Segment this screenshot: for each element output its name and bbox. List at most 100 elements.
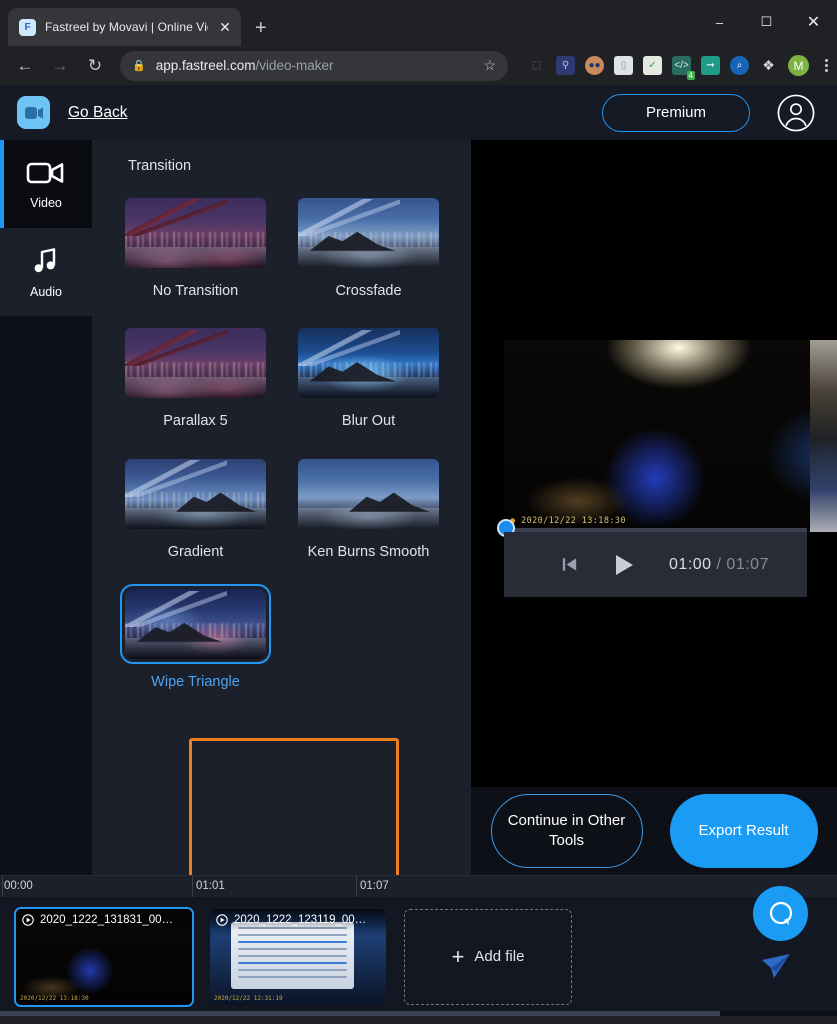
app-header: Go Back Premium	[0, 85, 837, 140]
address-bar[interactable]: 🔒 app.fastreel.com/video-maker ☆	[120, 50, 508, 81]
clip-title: 2020_1222_131831_00…	[16, 908, 192, 931]
timeline-ruler[interactable]: 00:00 01:01 01:07	[0, 875, 837, 898]
video-camera-icon	[26, 162, 64, 183]
url-text: app.fastreel.com/video-maker	[156, 58, 474, 73]
transition-grid: No Transition Crossfade Parallax 5 Blur …	[92, 190, 471, 706]
play-icon[interactable]	[613, 553, 635, 577]
ruler-label: 01:07	[360, 880, 389, 892]
url-path: /video-maker	[255, 58, 334, 73]
transition-label: Gradient	[167, 543, 224, 560]
extension-icons: ⬚ ⚲ ●● ▯ ✓ </> 4 ➞ ⌕ ❖ M	[517, 55, 828, 80]
sidebar-item-audio[interactable]: Audio	[0, 228, 92, 316]
timeline-clip[interactable]: 2020_1222_123119_00… 2020/12/22 12:31:19	[210, 908, 386, 1005]
tab-strip: F Fastreel by Movavi | Online Vid ✕ + – …	[0, 0, 837, 46]
back-icon[interactable]: ←	[9, 50, 41, 82]
transition-thumbnail	[298, 458, 439, 529]
clip-timestamp: 2020/12/22 13:18:30	[20, 994, 89, 1002]
reload-icon[interactable]: ↻	[79, 50, 111, 82]
close-icon[interactable]: ✕	[217, 19, 233, 36]
chat-bubble-icon[interactable]	[753, 886, 808, 941]
transition-item[interactable]: No Transition	[125, 190, 266, 314]
video-timestamp-overlay: ● 2020/12/22 13:18:30	[510, 516, 626, 526]
plus-icon: +	[451, 943, 465, 969]
current-time: 01:00	[669, 555, 712, 573]
transition-item[interactable]: Gradient	[125, 451, 266, 575]
sidebar-item-video-label: Video	[30, 195, 62, 210]
new-tab-icon[interactable]: +	[255, 17, 267, 40]
video-still-image	[504, 340, 837, 532]
transition-item[interactable]: Parallax 5	[125, 320, 266, 444]
transition-label: Crossfade	[335, 283, 402, 299]
transition-item[interactable]: Ken Burns Smooth	[298, 451, 439, 575]
go-back-link[interactable]: Go Back	[68, 104, 127, 122]
pages-extension-icon[interactable]: ▯	[614, 56, 633, 75]
continue-in-other-tools-button[interactable]: Continue in Other Tools	[490, 794, 643, 868]
minimize-icon[interactable]: –	[696, 6, 743, 38]
maximize-icon[interactable]: ☐	[743, 6, 790, 38]
add-file-label: Add file	[474, 948, 525, 965]
music-note-icon	[34, 247, 56, 272]
transition-item-selected[interactable]: Wipe Triangle	[120, 581, 271, 705]
video-preview-stage: ● 2020/12/22 13:18:30 01:00 / 01:07 Cont…	[471, 140, 837, 875]
transition-item[interactable]: Blur Out	[298, 320, 439, 444]
clip-paper-detail	[231, 921, 355, 990]
lens-extension-icon[interactable]: ⌕	[730, 56, 749, 75]
window-close-icon[interactable]: ✕	[790, 6, 837, 38]
code-extension-icon[interactable]: </> 4	[672, 56, 695, 80]
extension-badge: 4	[686, 71, 695, 80]
player-controls-row: 01:00 / 01:07	[504, 532, 807, 597]
add-file-button[interactable]: + Add file	[404, 908, 572, 1005]
capture-icon[interactable]: ⬚	[527, 56, 546, 75]
transition-item[interactable]: Crossfade	[298, 190, 439, 314]
transition-thumbnail	[120, 584, 271, 665]
clip-title-text: 2020_1222_123119_00…	[234, 913, 367, 926]
chat-glyph	[769, 901, 792, 925]
horizontal-scrollbar[interactable]	[0, 1011, 837, 1016]
transition-thumbnail	[125, 198, 266, 268]
tab-title: Fastreel by Movavi | Online Vid	[45, 20, 208, 34]
transition-thumbnail	[298, 198, 439, 268]
export-result-button[interactable]: Export Result	[669, 794, 818, 868]
timeline-clip[interactable]: 2020_1222_131831_00… 2020/12/22 13:18:30	[14, 906, 194, 1007]
kebab-menu-icon[interactable]	[825, 59, 828, 72]
fastreel-logo-icon[interactable]	[17, 96, 50, 129]
user-account-icon[interactable]	[777, 94, 815, 132]
ruler-label: 01:01	[196, 880, 225, 892]
sidebar-item-video[interactable]: Video	[0, 140, 92, 228]
video-frame[interactable]: ● 2020/12/22 13:18:30	[504, 340, 837, 532]
mail-extension-icon[interactable]: ✓	[643, 56, 662, 75]
transition-thumbnail	[125, 328, 266, 399]
browser-tab[interactable]: F Fastreel by Movavi | Online Vid ✕	[8, 8, 241, 46]
player-controls: 01:00 / 01:07	[504, 532, 807, 597]
panel-title: Transition	[128, 158, 192, 174]
premium-button[interactable]: Premium	[602, 93, 750, 132]
footer-actions: Continue in Other Tools Export Result	[471, 787, 837, 875]
left-rail: Video Audio	[0, 140, 92, 875]
favicon: F	[19, 18, 36, 36]
profile-avatar[interactable]: M	[788, 55, 809, 76]
search-extension-icon[interactable]: ⚲	[556, 56, 575, 75]
annotation-highlight-box	[189, 738, 399, 875]
puzzle-extensions-icon[interactable]: ❖	[759, 56, 778, 75]
clip-title-text: 2020_1222_131831_00…	[40, 913, 174, 926]
browser-window: F Fastreel by Movavi | Online Vid ✕ + – …	[0, 0, 837, 1024]
play-circle-icon	[216, 913, 228, 926]
export-extension-icon[interactable]: ➞	[701, 56, 720, 75]
skip-to-start-icon[interactable]	[560, 555, 579, 574]
clip-timestamp: 2020/12/22 12:31:19	[214, 994, 283, 1002]
paper-plane-icon[interactable]	[758, 948, 794, 984]
transition-label: Ken Burns Smooth	[307, 543, 430, 560]
omnibox-bar: ← → ↻ 🔒 app.fastreel.com/video-maker ☆ ⬚…	[0, 46, 837, 85]
url-domain: app.fastreel.com	[155, 58, 256, 73]
play-circle-icon	[22, 913, 34, 926]
forward-icon[interactable]: →	[44, 50, 76, 82]
transition-label: Parallax 5	[163, 413, 228, 430]
main-content: Video Audio Transition No Transition Cro…	[0, 140, 837, 875]
transition-thumbnail	[298, 328, 439, 399]
star-icon[interactable]: ☆	[483, 57, 496, 74]
time-display: 01:00 / 01:07	[669, 556, 769, 574]
transition-thumbnail	[125, 458, 266, 529]
face-extension-icon[interactable]: ●●	[585, 56, 604, 75]
clip-title: 2020_1222_123119_00…	[210, 908, 386, 931]
transitions-panel: Transition No Transition Crossfade Paral…	[92, 140, 471, 875]
